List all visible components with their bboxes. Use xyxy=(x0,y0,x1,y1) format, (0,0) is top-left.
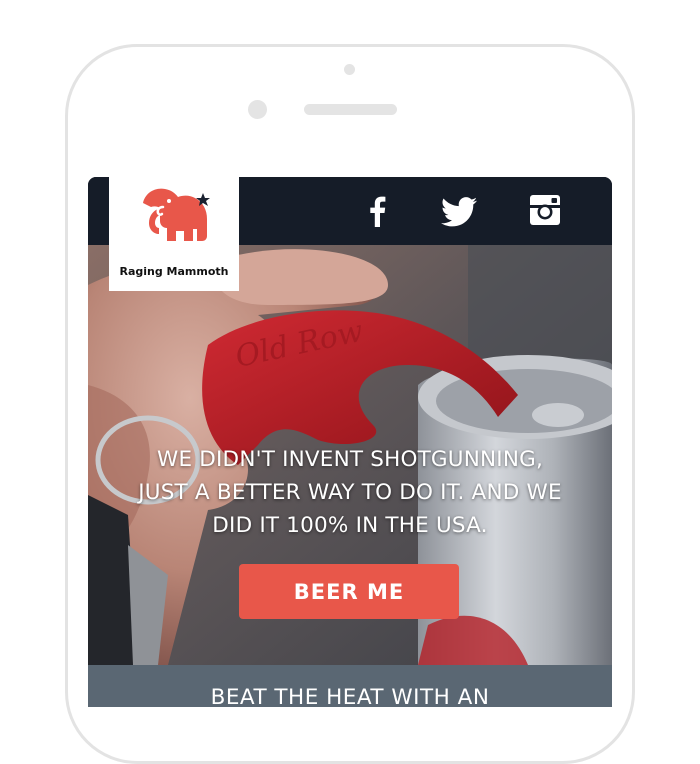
phone-screen: Raging Mammoth Old Row WE DIDN'T INVENT … xyxy=(88,177,612,707)
headline-line: JUST A BETTER WAY TO DO IT. AND WE xyxy=(138,480,562,505)
instagram-icon xyxy=(530,195,560,225)
next-section-band: BEAT THE HEAT WITH AN xyxy=(88,665,612,707)
mammoth-logo-icon xyxy=(143,188,210,241)
hero-section: Old Row WE DIDN'T INVENT SHOTGUNNING, JU… xyxy=(88,245,612,665)
facebook-link[interactable] xyxy=(366,195,388,227)
beer-me-button[interactable]: BEER ME xyxy=(239,564,459,619)
phone-sensor-dot xyxy=(344,64,355,75)
facebook-icon xyxy=(370,196,386,227)
instagram-link[interactable] xyxy=(528,193,562,227)
headline-line: DID IT 100% IN THE USA. xyxy=(212,513,488,538)
headline-line: WE DIDN'T INVENT SHOTGUNNING, xyxy=(156,447,543,472)
twitter-icon xyxy=(441,197,477,227)
brand-name: Raging Mammoth xyxy=(119,265,229,278)
twitter-link[interactable] xyxy=(440,197,478,227)
phone-front-camera xyxy=(248,100,267,119)
hero-headline: WE DIDN'T INVENT SHOTGUNNING, JUST A BET… xyxy=(88,443,612,542)
phone-earpiece xyxy=(304,104,397,115)
next-section-heading: BEAT THE HEAT WITH AN xyxy=(210,685,490,707)
brand-logo[interactable]: Raging Mammoth xyxy=(109,177,239,291)
